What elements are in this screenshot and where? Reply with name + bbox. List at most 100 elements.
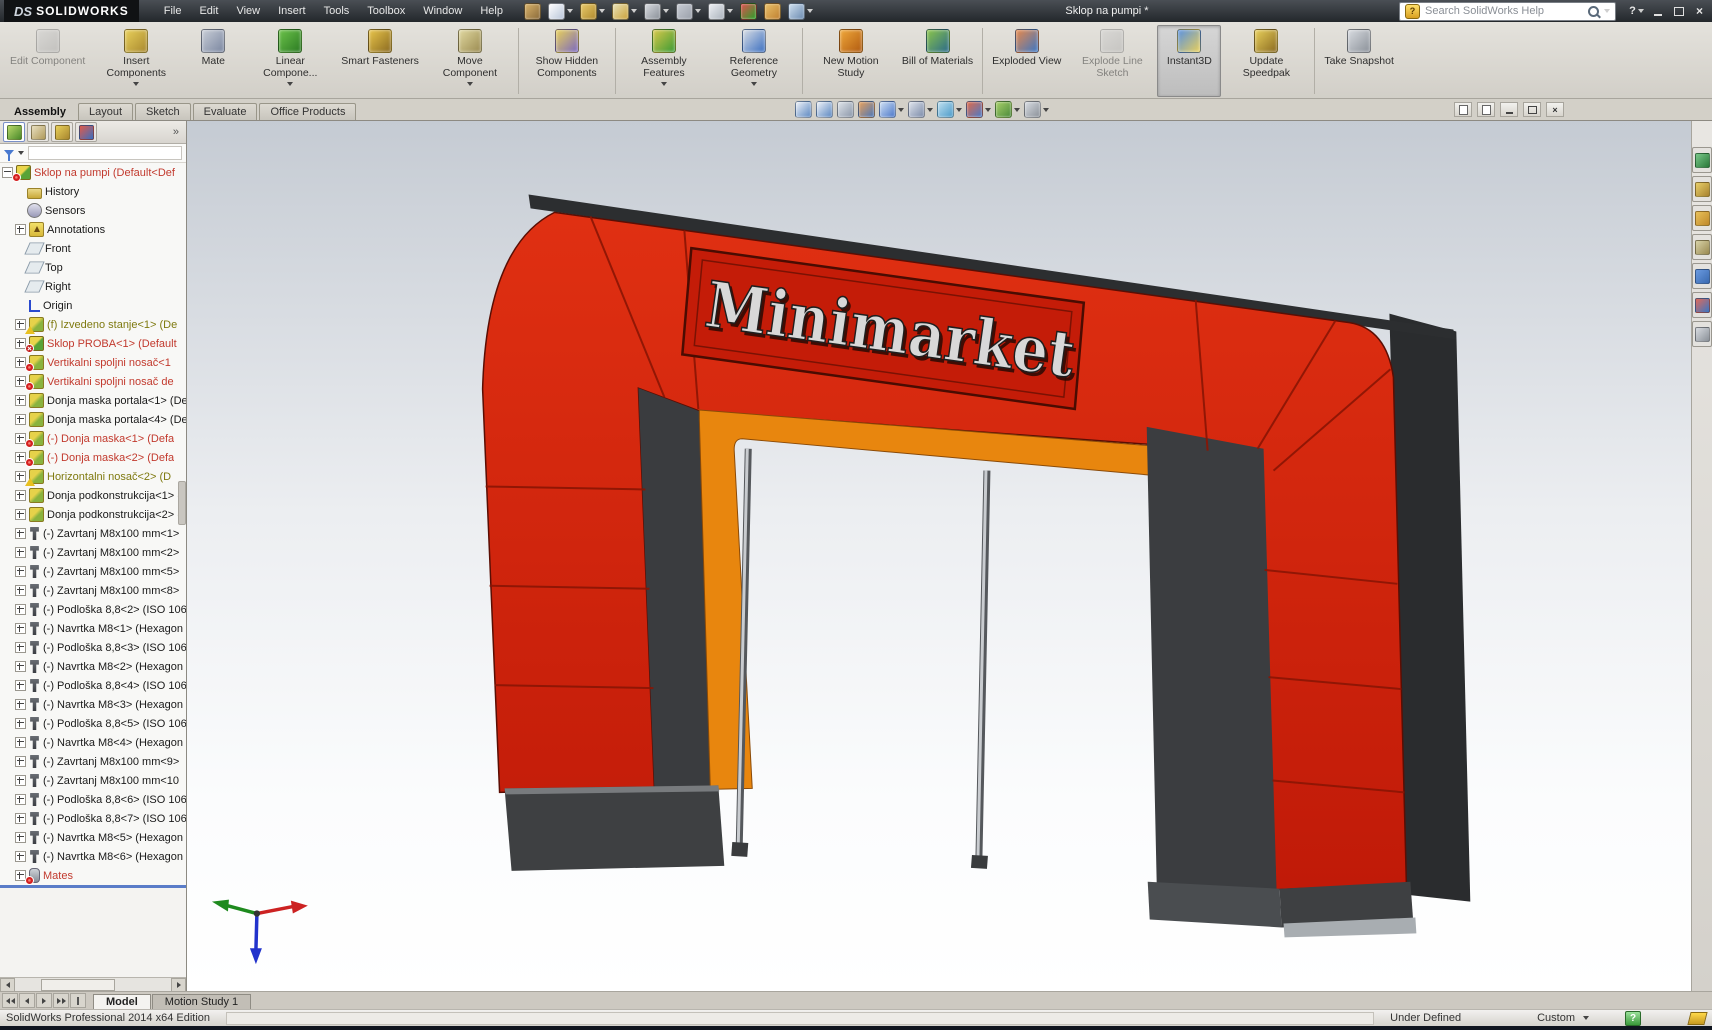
scroll-thumb[interactable] xyxy=(41,979,115,991)
open-document-button[interactable] xyxy=(578,2,607,21)
print-caret-icon[interactable] xyxy=(663,9,669,13)
tab-sketch[interactable]: Sketch xyxy=(135,103,191,120)
linear-component-pattern-caret-icon[interactable] xyxy=(287,82,293,86)
tree-expand-toggle[interactable] xyxy=(15,699,26,710)
tree-expand-toggle[interactable] xyxy=(15,718,26,729)
tree-item[interactable]: (-) Podloška 8,8<3> (ISO 1066 xyxy=(0,638,186,657)
tree-item[interactable]: Mates xyxy=(0,866,186,885)
tree-item[interactable]: Sensors xyxy=(0,201,186,220)
tree-item[interactable]: (-) Navrtka M8<2> (Hexagon xyxy=(0,657,186,676)
tree-expand-toggle[interactable] xyxy=(15,794,26,805)
panel-expand-chevron-icon[interactable]: » xyxy=(173,126,183,138)
tree-item[interactable]: (-) Zavrtanj M8x100 mm<10 xyxy=(0,771,186,790)
tree-item[interactable]: Donja podkonstrukcija<2> (D xyxy=(0,505,186,524)
tree-item[interactable]: (-) Zavrtanj M8x100 mm<8> xyxy=(0,581,186,600)
tree-expand-toggle[interactable] xyxy=(15,604,26,615)
move-component-caret-icon[interactable] xyxy=(467,82,473,86)
tab-office-products[interactable]: Office Products xyxy=(259,103,356,120)
menu-toolbox[interactable]: Toolbox xyxy=(358,2,414,20)
save-caret-icon[interactable] xyxy=(631,9,637,13)
search-dropdown-caret-icon[interactable] xyxy=(1604,9,1610,13)
new-motion-study-button[interactable]: New Motion Study xyxy=(806,25,896,97)
undo-button[interactable] xyxy=(674,2,703,21)
insert-components-caret-icon[interactable] xyxy=(133,82,139,86)
display-style-button[interactable] xyxy=(908,101,933,118)
tree-item[interactable]: (-) Podloška 8,8<2> (ISO 1066 xyxy=(0,600,186,619)
doc-cascade-button[interactable] xyxy=(1454,102,1472,117)
minimize-button[interactable] xyxy=(1649,4,1666,18)
tree-item[interactable]: Horizontalni nosač<2> (D xyxy=(0,467,186,486)
tree-item[interactable]: (-) Donja maska<2> (Defa xyxy=(0,448,186,467)
instant3d-button[interactable]: Instant3D xyxy=(1157,25,1221,97)
tree-expand-toggle[interactable] xyxy=(15,851,26,862)
tree-item[interactable]: Donja maska portala<4> (Def xyxy=(0,410,186,429)
tree-expand-toggle[interactable] xyxy=(15,414,26,425)
view-orientation-button[interactable] xyxy=(879,101,904,118)
assembly-features-caret-icon[interactable] xyxy=(661,82,667,86)
tree-item[interactable]: (-) Navrtka M8<6> (Hexagon xyxy=(0,847,186,866)
help-search-input[interactable]: ? Search SolidWorks Help xyxy=(1399,2,1616,21)
tree-item[interactable]: Vertikalni spoljni nosač de xyxy=(0,372,186,391)
tree-item[interactable]: (-) Podloška 8,8<4> (ISO 1066 xyxy=(0,676,186,695)
tree-item[interactable]: Donja podkonstrukcija<1> (D xyxy=(0,486,186,505)
tree-expand-toggle[interactable] xyxy=(15,509,26,520)
apply-scene-button[interactable] xyxy=(995,101,1020,118)
propertymanager-tab[interactable] xyxy=(27,122,49,142)
options-caret-icon[interactable] xyxy=(807,9,813,13)
displaymanager-tab[interactable] xyxy=(75,122,97,142)
reference-geometry-caret-icon[interactable] xyxy=(751,82,757,86)
tree-item[interactable]: (-) Zavrtanj M8x100 mm<9> xyxy=(0,752,186,771)
graphics-viewport[interactable]: Minimarket Minimarket xyxy=(187,121,1691,991)
zoom-to-fit-button[interactable] xyxy=(795,101,812,118)
update-speedpak-button[interactable]: Update Speedpak xyxy=(1221,25,1311,97)
appearances-scenes-tab[interactable] xyxy=(1692,263,1712,289)
tree-item[interactable]: (-) Navrtka M8<1> (Hexagon xyxy=(0,619,186,638)
tree-item[interactable]: Sklop na pumpi (Default<Def xyxy=(0,163,186,182)
tree-expand-toggle[interactable] xyxy=(15,395,26,406)
doc-close-button[interactable]: × xyxy=(1546,102,1564,117)
hide-show-items-button[interactable] xyxy=(937,101,962,118)
menu-tools[interactable]: Tools xyxy=(315,2,359,20)
show-hidden-components-button[interactable]: Show Hidden Components xyxy=(522,25,612,97)
tree-expand-toggle[interactable] xyxy=(15,547,26,558)
new-document-button[interactable] xyxy=(546,2,575,21)
tree-expand-toggle[interactable] xyxy=(15,566,26,577)
tree-expand-toggle[interactable] xyxy=(15,756,26,767)
rebuild-button[interactable] xyxy=(738,2,759,21)
undo-caret-icon[interactable] xyxy=(695,9,701,13)
view-palette-tab[interactable] xyxy=(1692,234,1712,260)
tab-evaluate[interactable]: Evaluate xyxy=(193,103,258,120)
tree-item[interactable]: Origin xyxy=(0,296,186,315)
exploded-view-button[interactable]: Exploded View xyxy=(986,25,1067,97)
tree-item[interactable]: (-) Zavrtanj M8x100 mm<1> xyxy=(0,524,186,543)
scroll-right-button[interactable] xyxy=(171,978,186,992)
tree-expand-toggle[interactable] xyxy=(15,737,26,748)
tree-expand-toggle[interactable] xyxy=(15,224,26,235)
tab-scroll-prev-button[interactable] xyxy=(19,993,35,1008)
tree-item[interactable]: History xyxy=(0,182,186,201)
insert-components-button[interactable]: Insert Components xyxy=(91,25,181,97)
tree-item[interactable]: (-) Navrtka M8<5> (Hexagon xyxy=(0,828,186,847)
tree-item[interactable]: (-) Zavrtanj M8x100 mm<5> xyxy=(0,562,186,581)
tree-item[interactable]: (f) Izvedeno stanje<1> (De xyxy=(0,315,186,334)
take-snapshot-button[interactable]: Take Snapshot xyxy=(1318,25,1399,97)
tab-model[interactable]: Model xyxy=(93,994,151,1009)
tree-expand-toggle[interactable] xyxy=(15,680,26,691)
previous-view-button[interactable] xyxy=(837,101,854,118)
tree-expand-toggle[interactable] xyxy=(15,528,26,539)
tree-expand-toggle[interactable] xyxy=(15,585,26,596)
menu-edit[interactable]: Edit xyxy=(190,2,227,20)
customize-pen-button[interactable] xyxy=(522,2,543,21)
status-tag-icon[interactable] xyxy=(1687,1012,1707,1025)
smart-fasteners-button[interactable]: Smart Fasteners xyxy=(335,25,425,97)
tree-item[interactable]: (-) Donja maska<1> (Defa xyxy=(0,429,186,448)
display-style-caret-icon[interactable] xyxy=(927,108,933,112)
tree-item[interactable]: Top xyxy=(0,258,186,277)
tab-assembly[interactable]: Assembly xyxy=(4,104,76,120)
filter-funnel-icon[interactable] xyxy=(4,150,14,156)
print-button[interactable] xyxy=(642,2,671,21)
tree-filter-row[interactable] xyxy=(0,144,186,163)
reference-geometry-button[interactable]: Reference Geometry xyxy=(709,25,799,97)
search-icon[interactable] xyxy=(1588,6,1599,17)
select-button[interactable] xyxy=(706,2,735,21)
